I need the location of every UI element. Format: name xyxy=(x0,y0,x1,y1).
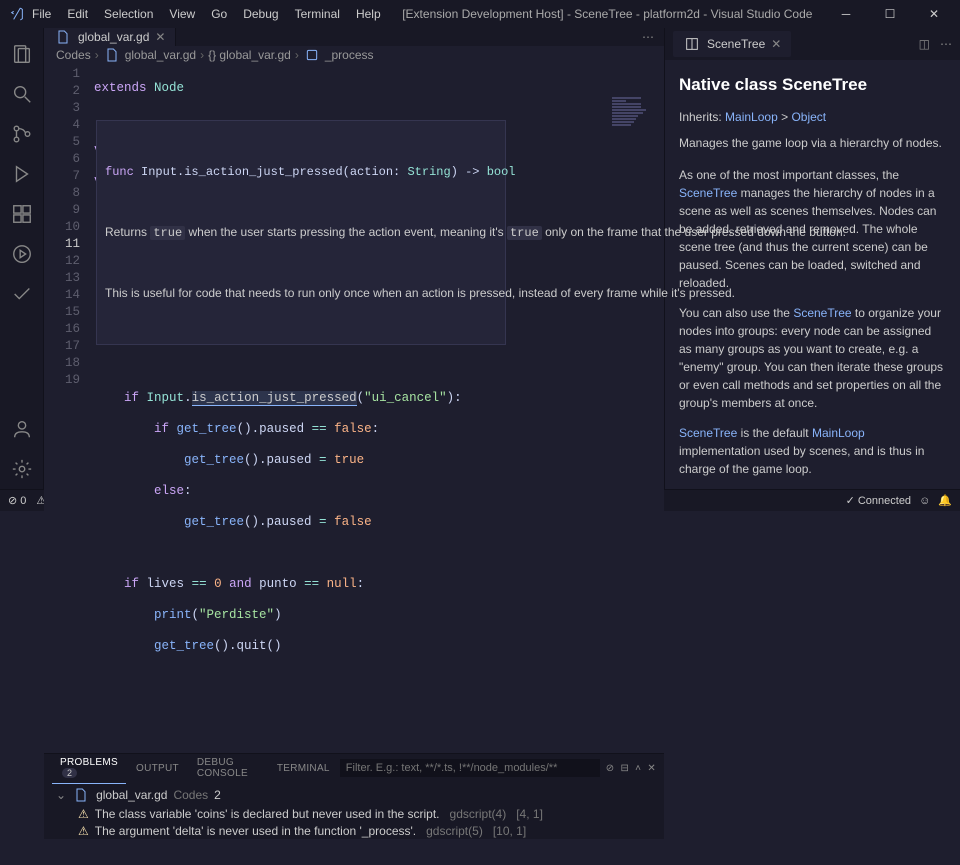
settings-gear-icon[interactable] xyxy=(0,449,44,489)
gd-file-icon xyxy=(54,28,72,46)
more-actions-icon[interactable]: ⋯ xyxy=(940,37,952,51)
link-scenetree[interactable]: SceneTree xyxy=(679,186,737,200)
bell-icon[interactable]: 🔔 xyxy=(938,494,952,507)
tab-problems[interactable]: PROBLEMS 2 xyxy=(52,753,126,784)
window-title: [Extension Development Host] - SceneTree… xyxy=(387,7,828,21)
inherits-label: Inherits: xyxy=(679,110,725,124)
menu-view[interactable]: View xyxy=(163,3,201,25)
file-icon xyxy=(72,786,90,804)
menu-selection[interactable]: Selection xyxy=(98,3,159,25)
breadcrumb-item[interactable]: _process xyxy=(325,48,374,62)
file-icon xyxy=(103,46,121,64)
breadcrumb-item[interactable]: {} global_var.gd xyxy=(208,48,291,62)
side-tab-label: SceneTree xyxy=(707,37,765,51)
editor-tabstrip: global_var.gd ✕ ⋯ xyxy=(44,28,664,46)
explorer-icon[interactable] xyxy=(0,34,44,74)
tab-close-icon[interactable]: ✕ xyxy=(771,37,781,51)
feedback-icon[interactable]: ☺ xyxy=(919,495,930,507)
menu-bar: File Edit Selection View Go Debug Termin… xyxy=(26,3,387,25)
documentation-view[interactable]: Native class SceneTree Inherits: MainLoo… xyxy=(665,60,960,489)
status-errors[interactable]: ⊘ 0 xyxy=(8,494,26,507)
collapse-all-icon[interactable]: ⊟ xyxy=(620,763,629,774)
side-panel: SceneTree ✕ ◫ ⋯ Native class SceneTree I… xyxy=(664,28,960,489)
menu-edit[interactable]: Edit xyxy=(61,3,94,25)
chevron-up-icon[interactable]: ˄ xyxy=(635,763,641,774)
breadcrumbs[interactable]: Codes › global_var.gd › {} global_var.gd… xyxy=(44,46,664,64)
link-object[interactable]: Object xyxy=(791,110,826,124)
chevron-down-icon[interactable]: ⌄ xyxy=(56,788,66,802)
breadcrumb-item[interactable]: Codes xyxy=(56,48,91,62)
status-connected[interactable]: ✓ Connected xyxy=(846,494,912,507)
panel-tabs: PROBLEMS 2 OUTPUT DEBUG CONSOLE TERMINAL… xyxy=(44,754,664,782)
link-scenetree[interactable]: SceneTree xyxy=(793,306,851,320)
chevron-right-icon: › xyxy=(95,48,99,62)
tab-terminal[interactable]: TERMINAL xyxy=(269,759,338,778)
search-icon[interactable] xyxy=(0,74,44,114)
tab-output[interactable]: OUTPUT xyxy=(128,759,187,778)
problems-file-row[interactable]: ⌄ global_var.gd Codes 2 xyxy=(56,786,652,804)
tab-close-icon[interactable]: ✕ xyxy=(155,30,165,44)
editor-group: global_var.gd ✕ ⋯ Codes › global_var.gd … xyxy=(44,28,664,489)
code-content[interactable]: extends Node var lives = 4 var coins = 0… xyxy=(94,64,664,753)
menu-debug[interactable]: Debug xyxy=(237,3,284,25)
problems-list: ⌄ global_var.gd Codes 2 ⚠ The class vari… xyxy=(44,782,664,839)
activity-bar xyxy=(0,28,44,489)
debug-icon[interactable] xyxy=(0,154,44,194)
breadcrumb-item[interactable]: global_var.gd xyxy=(125,48,196,62)
minimap[interactable] xyxy=(608,64,664,753)
godot-run-icon[interactable] xyxy=(0,234,44,274)
filter-icon[interactable]: ⊘ xyxy=(606,763,615,774)
editor-tab[interactable]: global_var.gd ✕ xyxy=(44,28,176,46)
bottom-panel: PROBLEMS 2 OUTPUT DEBUG CONSOLE TERMINAL… xyxy=(44,753,664,839)
more-actions-icon[interactable]: ⋯ xyxy=(642,30,654,44)
problem-item[interactable]: ⚠ The class variable 'coins' is declared… xyxy=(56,807,652,821)
check-icon[interactable] xyxy=(0,274,44,314)
editor[interactable]: 12345678910111213141516171819 extends No… xyxy=(44,64,664,753)
problem-item[interactable]: ⚠ The argument 'delta' is never used in … xyxy=(56,824,652,838)
maximize-button[interactable]: ☐ xyxy=(872,7,908,21)
close-button[interactable]: ✕ xyxy=(916,7,952,21)
titlebar: File Edit Selection View Go Debug Termin… xyxy=(0,0,960,28)
method-icon xyxy=(303,46,321,64)
panel-close-icon[interactable]: ✕ xyxy=(647,763,656,774)
split-editor-icon[interactable]: ◫ xyxy=(919,37,930,51)
menu-terminal[interactable]: Terminal xyxy=(289,3,346,25)
problems-filter-input[interactable] xyxy=(340,759,600,777)
hover-tooltip: func Input.is_action_just_pressed(action… xyxy=(96,120,506,345)
accounts-icon[interactable] xyxy=(0,409,44,449)
chevron-right-icon: › xyxy=(295,48,299,62)
menu-go[interactable]: Go xyxy=(205,3,233,25)
doc-title: Native class SceneTree xyxy=(679,72,946,98)
gutter: 12345678910111213141516171819 xyxy=(44,64,94,753)
book-icon xyxy=(683,35,701,53)
extensions-icon[interactable] xyxy=(0,194,44,234)
tab-debug-console[interactable]: DEBUG CONSOLE xyxy=(189,753,267,783)
doc-summary: Manages the game loop via a hierarchy of… xyxy=(679,134,946,152)
vscode-icon xyxy=(8,5,26,23)
menu-file[interactable]: File xyxy=(26,3,57,25)
side-tab-scenetree[interactable]: SceneTree ✕ xyxy=(673,31,791,57)
link-mainloop[interactable]: MainLoop xyxy=(812,426,865,440)
warning-icon: ⚠ xyxy=(78,807,89,821)
link-mainloop[interactable]: MainLoop xyxy=(725,110,778,124)
link-scenetree[interactable]: SceneTree xyxy=(679,426,737,440)
minimize-button[interactable]: ─ xyxy=(828,7,864,21)
editor-tab-label: global_var.gd xyxy=(78,30,149,44)
warning-icon: ⚠ xyxy=(78,824,89,838)
source-control-icon[interactable] xyxy=(0,114,44,154)
chevron-right-icon: › xyxy=(200,48,204,62)
menu-help[interactable]: Help xyxy=(350,3,387,25)
